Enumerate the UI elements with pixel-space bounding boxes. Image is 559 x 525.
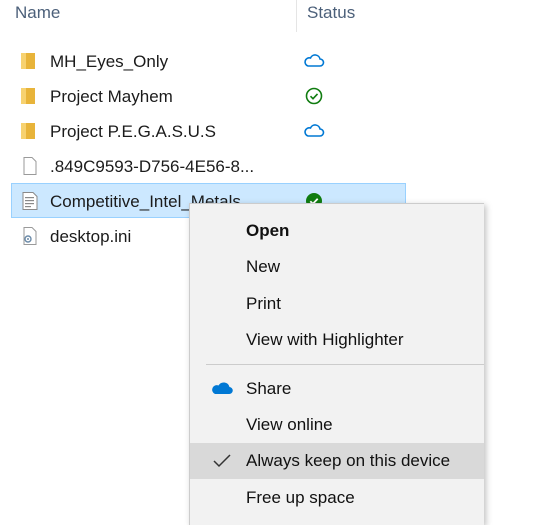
menu-item-view-online[interactable]: View online [190, 407, 484, 443]
folder-icon [21, 88, 35, 104]
menu-separator [206, 364, 484, 365]
file-row-hidden-guid[interactable]: .849C9593-D756-4E56-8... [12, 149, 405, 183]
menu-item-label: Always keep on this device [246, 451, 451, 470]
menu-item-new[interactable]: New [190, 249, 484, 285]
menu-item-share[interactable]: Share [190, 371, 484, 407]
menu-item-open[interactable]: Open [190, 213, 484, 249]
cloud-icon [304, 124, 325, 137]
synced-check-icon [305, 87, 323, 105]
menu-item-label: Open [246, 221, 290, 240]
menu-item-label: New [246, 257, 281, 276]
cloud-icon [304, 54, 325, 67]
file-name: Project P.E.G.A.S.U.S [50, 122, 216, 141]
document-icon [22, 192, 38, 210]
column-divider[interactable] [296, 0, 297, 32]
settings-file-icon [23, 227, 37, 245]
onedrive-cloud-icon [212, 382, 233, 395]
blank-file-icon [23, 157, 37, 175]
file-row-project-pegasus[interactable]: Project P.E.G.A.S.U.S [12, 114, 405, 148]
menu-item-free-up-space[interactable]: Free up space [190, 480, 484, 516]
file-name: MH_Eyes_Only [50, 52, 169, 71]
menu-item-label: Free up space [246, 488, 355, 507]
folder-icon [21, 123, 35, 139]
file-name: .849C9593-D756-4E56-8... [50, 157, 255, 176]
menu-item-view-with-highlighter[interactable]: View with Highlighter [190, 322, 484, 358]
menu-item-label: View online [246, 415, 333, 434]
status-column-header[interactable]: Status [307, 3, 355, 23]
menu-item-print[interactable]: Print [190, 286, 484, 322]
context-menu: Open New Print View with Highlighter Sha… [189, 203, 484, 525]
name-column-header[interactable]: Name [15, 3, 60, 23]
file-name: desktop.ini [50, 227, 132, 246]
folder-icon [21, 53, 35, 69]
menu-item-always-keep-on-device[interactable]: Always keep on this device [190, 443, 484, 479]
file-name: Project Mayhem [50, 87, 173, 106]
file-row-project-mayhem[interactable]: Project Mayhem [12, 79, 405, 113]
menu-item-label: Print [246, 294, 281, 313]
checkmark-icon [213, 454, 231, 468]
menu-item-label: Share [246, 379, 292, 398]
column-header: Name Status [0, 0, 559, 32]
file-row-mh-eyes-only[interactable]: MH_Eyes_Only [12, 44, 405, 78]
menu-item-label: View with Highlighter [246, 330, 404, 349]
